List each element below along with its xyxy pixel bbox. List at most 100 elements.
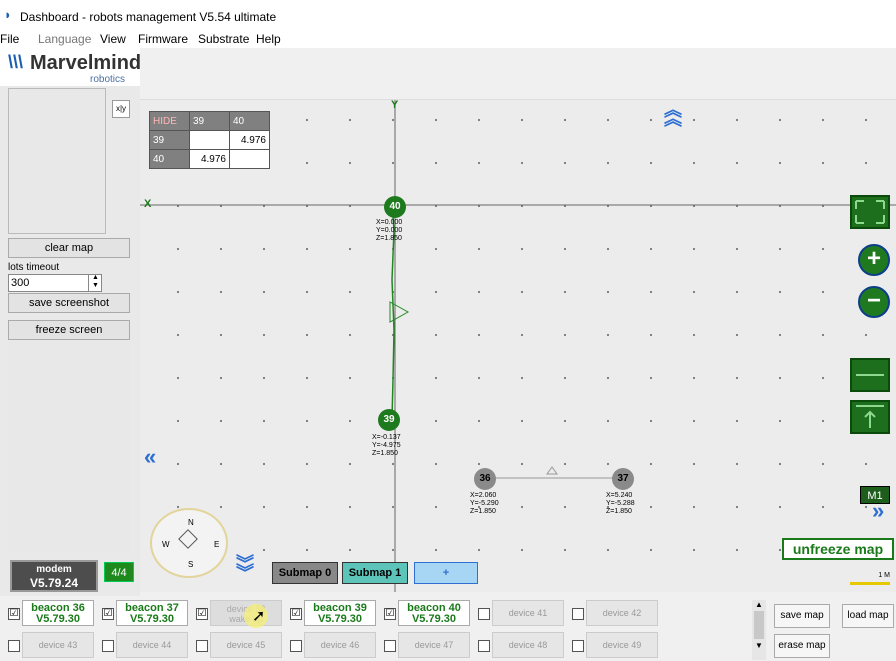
device-slot-49[interactable]: device 49 (572, 630, 662, 658)
device-checkbox[interactable]: ☑ (196, 608, 208, 620)
scroll-down-icon[interactable]: ︾ ︾ (236, 555, 254, 582)
device-slot-48[interactable]: device 48 (478, 630, 568, 658)
device-slot-37[interactable]: ☑ beacon 37 V5.79.30 (102, 598, 192, 626)
scale-bar: 1 M (850, 572, 890, 588)
device-slot-39[interactable]: ☑ beacon 39 V5.79.30 (290, 598, 380, 626)
beacon-37-marker[interactable]: 37 (612, 468, 634, 490)
device-slot-40[interactable]: ☑ beacon 40 V5.79.30 (384, 598, 474, 626)
scale-line (850, 582, 890, 585)
save-map-button[interactable]: save map (774, 604, 830, 628)
beacon-36-coords: X=2.060 Y=-5.290 Z=1.850 (470, 492, 499, 516)
compass-n: N (188, 518, 194, 527)
device-tile[interactable]: device 44 (116, 632, 188, 658)
top-strip (140, 48, 896, 100)
device-scrollbar[interactable]: ▲ ▼ (752, 600, 766, 660)
device-checkbox[interactable] (572, 640, 584, 652)
device-slot-41[interactable]: device 41 (478, 598, 568, 626)
unfreeze-map-button[interactable]: unfreeze map (782, 538, 894, 560)
compass: N S W E (150, 508, 228, 578)
device-slot-36[interactable]: ☑ beacon 36 V5.79.30 (8, 598, 98, 626)
device-slot-45[interactable]: device 45 (196, 630, 286, 658)
device-checkbox[interactable]: ☑ (8, 608, 20, 620)
device-tile[interactable]: device 43 (22, 632, 94, 658)
device-slot-42[interactable]: device 42 (572, 598, 662, 626)
device-tile[interactable]: beacon 36 V5.79.30 (22, 600, 94, 626)
device-checkbox[interactable]: ☑ (102, 608, 114, 620)
device-slot-44[interactable]: device 44 (102, 630, 192, 658)
scroll-up-icon[interactable]: ︽ ︽ (664, 101, 682, 128)
device-slot-43[interactable]: device 43 (8, 630, 98, 658)
device-checkbox[interactable]: ☑ (290, 608, 302, 620)
xy-toggle-button[interactable]: x|y (112, 100, 130, 118)
device-slot-46[interactable]: device 46 (290, 630, 380, 658)
menu-view[interactable]: View (100, 32, 126, 46)
device-checkbox[interactable] (478, 640, 490, 652)
menu-help[interactable]: Help (256, 32, 281, 46)
modem-button[interactable]: modem V5.79.24 (10, 560, 98, 592)
device-tile[interactable]: device 41 (492, 600, 564, 626)
menu-firmware[interactable]: Firmware (138, 32, 188, 46)
submap-1-button[interactable]: Submap 1 (342, 562, 408, 584)
m1-button[interactable]: M1 (860, 486, 890, 504)
left-subpanel (8, 340, 130, 552)
device-tile[interactable]: device 46 (304, 632, 376, 658)
device-tile[interactable]: beacon 37 V5.79.30 (116, 600, 188, 626)
device-tile[interactable]: device 42 (586, 600, 658, 626)
table-cell (229, 149, 270, 169)
map-svg (140, 100, 896, 592)
device-tile[interactable]: device 49 (586, 632, 658, 658)
scroll-left-icon[interactable]: « (144, 444, 156, 470)
freeze-screen-button[interactable]: freeze screen (8, 320, 130, 340)
zoom-in-button[interactable]: + (858, 244, 890, 276)
device-tile[interactable]: device 48 (492, 632, 564, 658)
beacon-40-z: Z=1.850 (376, 235, 402, 242)
beacon-39-marker[interactable]: 39 (378, 409, 400, 431)
device-checkbox[interactable]: ☑ (384, 608, 396, 620)
clear-map-button[interactable]: clear map (8, 238, 130, 258)
device-checkbox[interactable] (478, 608, 490, 620)
add-submap-button[interactable]: + (414, 562, 478, 584)
device-checkbox[interactable] (572, 608, 584, 620)
device-checkbox[interactable] (196, 640, 208, 652)
mouse-cursor-icon: ➚ (252, 608, 266, 625)
scroll-thumb[interactable] (754, 611, 764, 639)
beacon-40-coords: X=0.000 Y=0.000 Z=1.850 (376, 219, 402, 243)
device-checkbox[interactable] (102, 640, 114, 652)
scroll-down-arrow-icon[interactable]: ▼ (752, 641, 766, 650)
map-canvas[interactable]: X Y 40 X=0.000 Y=0.000 Z=1.850 39 X=-0.1… (140, 100, 896, 592)
grid-icon (856, 374, 884, 376)
scroll-up-arrow-icon[interactable]: ▲ (752, 600, 766, 609)
table-cell: 4.976 (229, 130, 270, 150)
device-slot-38[interactable]: ☑ device 38wake up ➚ (196, 598, 286, 628)
dots-timeout-spinner[interactable]: ▲ ▼ (88, 274, 102, 292)
menu-substrate[interactable]: Substrate (198, 32, 249, 46)
device-tile[interactable]: beacon 39 V5.79.30 (304, 600, 376, 626)
up-align-button[interactable] (850, 400, 890, 434)
hide-table-button[interactable]: HIDE (149, 111, 190, 131)
beacon-40-marker[interactable]: 40 (384, 196, 406, 218)
save-screenshot-button[interactable]: save screenshot (8, 293, 130, 313)
fullscreen-button[interactable] (850, 195, 890, 229)
erase-map-button[interactable]: erase map (774, 634, 830, 658)
device-tile[interactable]: device 45 (210, 632, 282, 658)
device-tile[interactable]: device 47 (398, 632, 470, 658)
rotate-map-button[interactable] (850, 358, 890, 392)
beacon-36-y: Y=-5.290 (470, 500, 499, 507)
beacon-37-coords: X=5.240 Y=-5.288 Z=1.850 (606, 492, 635, 516)
menu-language[interactable]: Language (38, 32, 91, 46)
zoom-out-button[interactable]: − (858, 286, 890, 318)
device-tile[interactable]: beacon 40 V5.79.30 (398, 600, 470, 626)
submap-0-button[interactable]: Submap 0 (272, 562, 338, 584)
menu-file[interactable]: File (0, 32, 19, 46)
device-checkbox[interactable] (384, 640, 396, 652)
device-slot-47[interactable]: device 47 (384, 630, 474, 658)
expand-icon (855, 200, 885, 224)
table-cell: 4.976 (189, 149, 230, 169)
device-checkbox[interactable] (290, 640, 302, 652)
y-axis-label: Y (391, 100, 399, 111)
load-map-button[interactable]: load map (842, 604, 894, 628)
compass-s: S (188, 560, 194, 569)
beacon-36-marker[interactable]: 36 (474, 468, 496, 490)
beacon-40-x: X=0.000 (376, 219, 403, 226)
device-checkbox[interactable] (8, 640, 20, 652)
